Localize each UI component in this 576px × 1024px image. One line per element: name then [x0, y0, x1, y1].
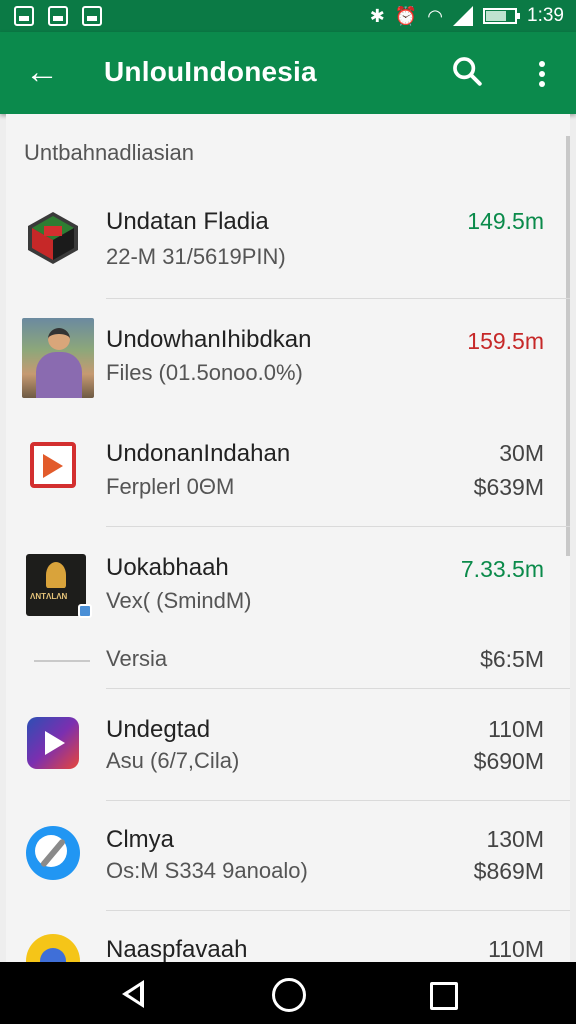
list-item[interactable]: Undatan Fladia 22-M 31/5619PIN) 149.5m	[6, 190, 566, 300]
scrollbar[interactable]	[566, 136, 570, 556]
battery-icon	[483, 8, 521, 24]
divider-short	[34, 660, 90, 662]
divider	[106, 298, 570, 299]
list-item-subtitle: Asu (6/7,Cila)	[106, 748, 240, 773]
compass-icon	[24, 824, 82, 882]
photo-avatar-icon	[22, 318, 94, 398]
app-list-panel[interactable]: Untbahnadliasian Undatan Fladia 22-M 31/…	[6, 114, 570, 962]
bluetooth-icon: ✱	[369, 6, 385, 26]
battery-level	[486, 11, 506, 21]
list-item-subtitle: Os:M S334 9anoalo)	[106, 858, 308, 883]
status-system: ✱ ⏰ ◠ 1:39	[370, 5, 564, 27]
list-item-price: $869M	[473, 858, 544, 884]
list-item-name: Undatan Fladia	[106, 208, 269, 235]
list-item-size: 7.33.5m	[460, 556, 544, 582]
list-item[interactable]: ΛNTΛLΛN Uokabhaah Vex( (SmindM) 7.33.5m	[6, 528, 566, 640]
list-item-size: 110M	[488, 716, 544, 742]
dark-leaf-icon: ΛNTΛLΛN	[26, 554, 92, 618]
list-item[interactable]: Versia $6:5M	[6, 640, 566, 690]
list-item-subtitle: Ferplerl 0ΘM	[106, 474, 235, 499]
alarm-icon: ⏰	[394, 6, 418, 26]
divider	[106, 526, 570, 527]
divider	[106, 800, 570, 801]
app-bar: ← UnlouIndonesia	[0, 32, 576, 114]
page-title: UnlouIndonesia	[104, 56, 317, 87]
list-item-subtitle: Versia	[106, 646, 168, 671]
nav-home-icon[interactable]	[268, 974, 308, 1014]
list-item-name: Undegtad	[106, 716, 211, 743]
divider	[106, 688, 570, 689]
list-item[interactable]: Undegtad Asu (6/7,Cila) 110M $690M	[6, 690, 566, 800]
red-play-icon	[24, 436, 82, 494]
back-button[interactable]: ←	[22, 52, 62, 92]
list-item[interactable]: UndonanIndahan Ferplerl 0ΘM 30M $639M	[6, 414, 566, 526]
list-item-price: $690M	[473, 748, 544, 774]
arrow-left-icon: ←	[25, 53, 59, 91]
list-item-size: 159.5m	[467, 328, 544, 354]
list-item[interactable]: Naaspfavaah 110M	[6, 912, 566, 962]
list-item-price: $6:5M	[480, 646, 544, 672]
more-options-button[interactable]	[524, 54, 560, 94]
list-item-name: Uokabhaah	[106, 554, 229, 581]
list-item[interactable]: Clmya Os:M S334 9anoalo) 130M $869M	[6, 802, 566, 912]
list-item-subtitle: Vex( (SmindM)	[106, 588, 252, 613]
list-item-name: Clmya	[106, 826, 175, 853]
list-item[interactable]: UndowhanIhibdkan Files (01.5onoo.0%) 159…	[6, 300, 566, 414]
wifi-icon: ◠	[427, 6, 444, 26]
more-vert-icon	[539, 61, 545, 67]
nav-recent-icon[interactable]	[424, 974, 464, 1014]
list-item-subtitle: Files (01.5onoo.0%)	[106, 360, 303, 385]
search-icon	[453, 57, 482, 86]
nav-back-icon[interactable]	[114, 974, 154, 1014]
list-item-size: 130M	[486, 826, 544, 852]
divider	[106, 910, 570, 911]
list-item-size: 30M	[499, 440, 544, 466]
gradient-play-icon	[24, 714, 82, 772]
status-bar: ✱ ⏰ ◠ 1:39	[0, 0, 576, 32]
search-button[interactable]	[450, 54, 490, 94]
image-icon	[14, 6, 34, 26]
list-item-subtitle: 22-M 31/5619PIN)	[106, 244, 286, 269]
sim-icon	[48, 6, 68, 26]
list-item-name: UndonanIndahan	[106, 440, 291, 467]
list-item-name: Naaspfavaah	[106, 936, 248, 962]
photo-icon	[82, 6, 102, 26]
list-item-price: $639M	[473, 474, 544, 500]
section-header: Untbahnadliasian	[24, 140, 195, 165]
navigation-bar	[0, 962, 576, 1024]
status-time: 1:39	[527, 5, 564, 26]
signal-icon	[453, 6, 474, 26]
list-item-name: UndowhanIhibdkan	[106, 326, 312, 353]
status-notifications	[14, 6, 102, 26]
box-app-icon	[24, 208, 82, 266]
list-item-size: 149.5m	[467, 208, 544, 234]
list-item-size: 110M	[488, 936, 544, 962]
yellow-circle-icon	[24, 932, 82, 962]
